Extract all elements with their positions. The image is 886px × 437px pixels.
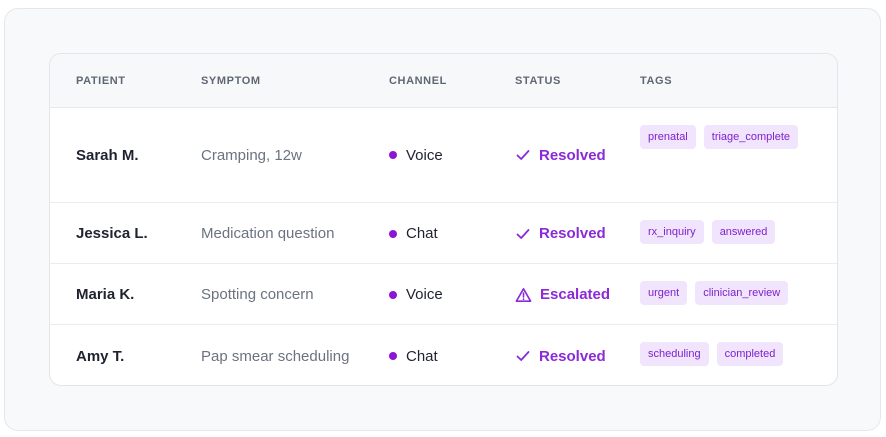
channel-text: Voice (406, 146, 443, 164)
patient-name-text: Jessica L. (76, 225, 148, 242)
status-badge: Escalated (515, 285, 610, 305)
channel: Chat (389, 224, 438, 244)
symptom-text: Pap smear scheduling (201, 347, 350, 365)
status-text: Escalated (540, 286, 611, 303)
tag-chip[interactable]: rx_inquiry (640, 220, 704, 244)
check-icon (515, 147, 539, 163)
channel: Voice (389, 145, 443, 165)
tag-list: prenatal triage_complete (640, 125, 830, 149)
symptom: Spotting concern (201, 285, 314, 305)
table-header: PATIENT SYMPTOM CHANNEL STATUS TAGS (50, 54, 837, 108)
tag-list: urgent clinician_review (640, 281, 830, 305)
channel-dot-icon (389, 290, 397, 299)
table-row[interactable]: Jessica L. Medication question Chat Resolve… (50, 203, 837, 264)
patient-name-text: Maria K. (76, 286, 135, 303)
status-badge: Resolved (515, 224, 606, 244)
tag-chip[interactable]: urgent (640, 281, 688, 305)
status-text: Resolved (539, 347, 606, 365)
channel: Chat (389, 346, 438, 366)
triage-table: PATIENT SYMPTOM CHANNEL STATUS TAGS Sara… (49, 53, 838, 386)
tag-chip[interactable]: triage_complete (703, 125, 799, 149)
column-header-channel: CHANNEL (389, 75, 447, 87)
table-row[interactable]: Maria K. Spotting concern Voice Escalated ur… (50, 264, 837, 325)
tag-list: rx_inquiry answered (640, 220, 830, 244)
column-header-status: STATUS (515, 75, 561, 87)
patient-name-text: Sarah M. (76, 146, 139, 164)
status-badge: Resolved (515, 145, 606, 165)
panel-background: PATIENT SYMPTOM CHANNEL STATUS TAGS Sara… (4, 8, 881, 431)
tag-chip[interactable]: prenatal (640, 125, 696, 149)
column-header-tags: TAGS (640, 75, 673, 87)
channel-dot-icon (389, 151, 397, 159)
patient-name: Sarah M. (76, 145, 139, 165)
column-header-symptom: SYMPTOM (201, 75, 261, 87)
symptom: Cramping, 12w (201, 145, 302, 165)
tag-chip[interactable]: clinician_review (695, 281, 789, 305)
symptom-text: Medication question (201, 225, 335, 242)
tag-chip[interactable]: scheduling (640, 342, 709, 366)
status-badge: Resolved (515, 346, 606, 366)
check-icon (515, 348, 539, 364)
column-header-patient: PATIENT (76, 75, 126, 87)
channel-text: Chat (406, 347, 438, 365)
patient-name: Maria K. (76, 285, 134, 305)
channel-text: Chat (406, 225, 438, 242)
table-row[interactable]: Amy T. Pap smear scheduling Chat Resolved sc… (50, 325, 837, 385)
patient-name: Jessica L. (76, 224, 148, 244)
status-text: Resolved (539, 225, 606, 242)
tag-list: scheduling completed (640, 342, 830, 366)
tag-chip[interactable]: completed (716, 342, 784, 366)
symptom: Pap smear scheduling (201, 346, 349, 366)
channel: Voice (389, 285, 443, 305)
channel-dot-icon (389, 229, 397, 238)
patient-name: Amy T. (76, 346, 124, 366)
patient-name-text: Amy T. (76, 347, 125, 365)
channel-dot-icon (389, 352, 397, 360)
tag-chip[interactable]: answered (711, 220, 776, 244)
symptom: Medication question (201, 224, 334, 244)
symptom-text: Spotting concern (201, 286, 314, 303)
warning-icon (515, 287, 540, 303)
channel-text: Voice (406, 286, 443, 303)
table-row[interactable]: Sarah M. Cramping, 12w Voice Resolved prenat… (50, 107, 837, 203)
symptom-text: Cramping, 12w (201, 146, 302, 164)
status-text: Resolved (539, 146, 606, 164)
check-icon (515, 226, 539, 242)
